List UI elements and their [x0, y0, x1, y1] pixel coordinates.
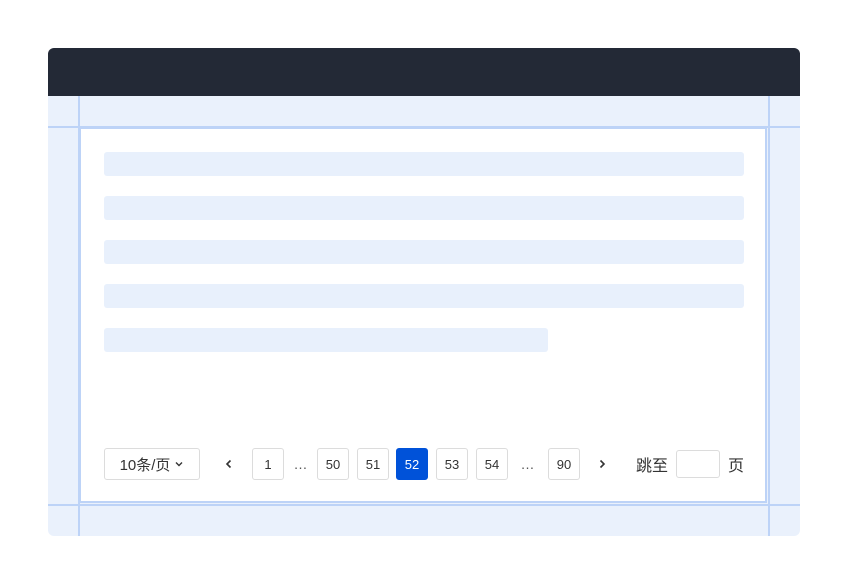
page-button-90[interactable]: 90 — [548, 448, 580, 480]
page-button-53[interactable]: 53 — [436, 448, 468, 480]
page-button-54[interactable]: 54 — [476, 448, 508, 480]
page-size-label: 10条/页 — [119, 456, 171, 474]
content-panel — [79, 127, 767, 503]
guide-line-vertical-right — [768, 96, 770, 536]
page-unit-label: 页 — [728, 458, 745, 475]
prev-page-button[interactable] — [217, 448, 241, 480]
page-button-52-current[interactable]: 52 — [396, 448, 428, 480]
skeleton-line — [104, 196, 744, 220]
page-button-51[interactable]: 51 — [357, 448, 389, 480]
page-size-select[interactable]: 10条/页 — [104, 448, 200, 480]
jump-page-input[interactable] — [676, 450, 720, 478]
jump-to-label: 跳至 — [636, 458, 669, 475]
next-page-button[interactable] — [590, 448, 614, 480]
page-button-50[interactable]: 50 — [317, 448, 349, 480]
top-bar — [48, 48, 800, 96]
chevron-down-icon — [175, 462, 183, 467]
chevron-left-icon — [225, 459, 232, 469]
chevron-right-icon — [599, 459, 606, 469]
skeleton-line — [104, 240, 744, 264]
page-ellipsis-right[interactable]: … — [516, 448, 540, 480]
guide-line-horizontal-bottom — [48, 504, 800, 506]
page-button-1[interactable]: 1 — [252, 448, 284, 480]
skeleton-line — [104, 152, 744, 176]
page-ellipsis-left[interactable]: … — [289, 448, 313, 480]
skeleton-line — [104, 284, 744, 308]
skeleton-line — [104, 328, 548, 352]
